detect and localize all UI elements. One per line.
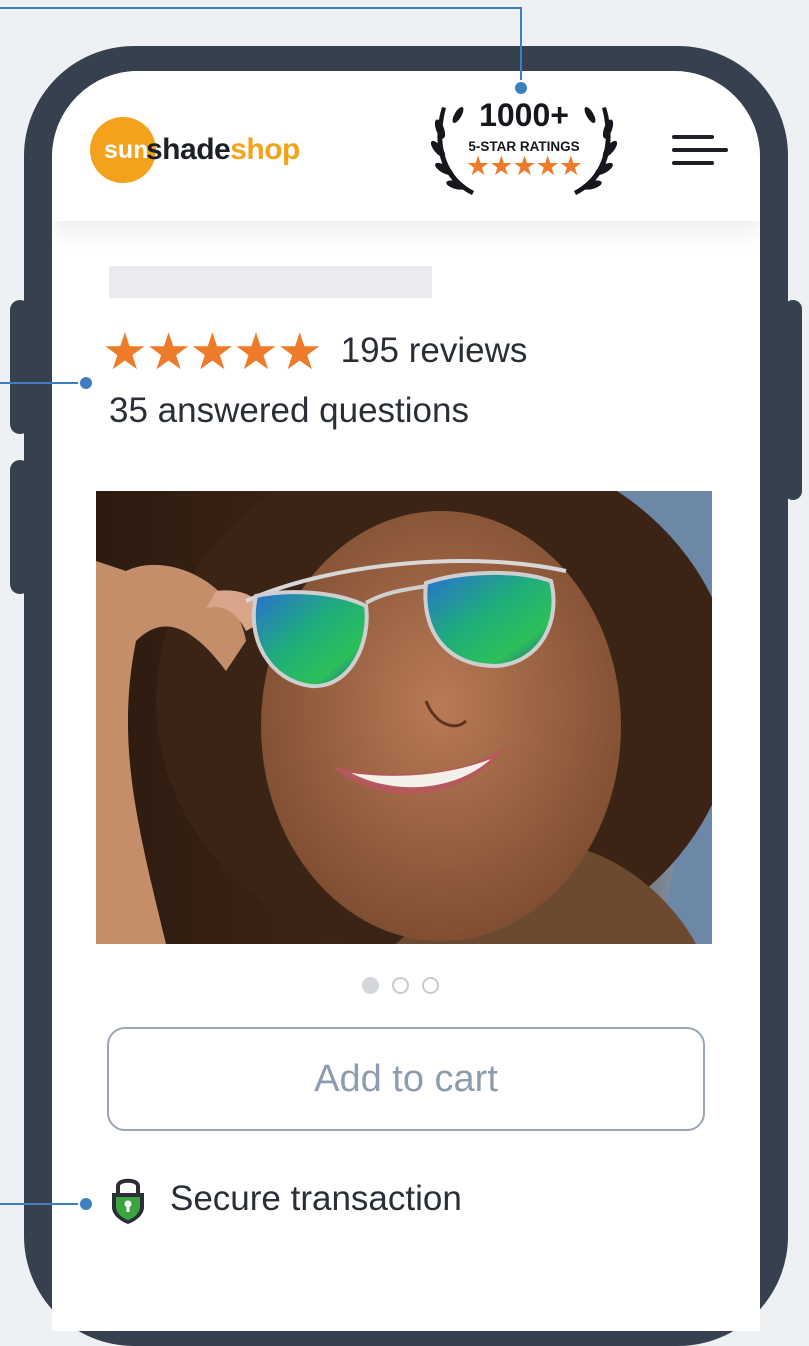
logo-wordmark: shadeshop [146,133,300,167]
carousel-dot-1[interactable] [362,977,379,994]
image-carousel-dots [362,977,439,994]
badge-count: 1000+ [479,97,569,133]
padlock-shield-icon [112,1178,144,1224]
phone-screen: sun shadeshop 1000+ 5-STAR RATINGS ★★★★★… [52,71,760,1331]
ratings-award-badge: 1000+ 5-STAR RATINGS ★★★★★ [424,95,624,205]
carousel-dot-3[interactable] [422,977,439,994]
sunglasses-model-photo [96,491,712,944]
site-header: sun shadeshop 1000+ 5-STAR RATINGS ★★★★★ [52,71,760,221]
secure-transaction: Secure transaction [108,1173,462,1225]
answered-questions-link[interactable]: 35 answered questions [109,391,469,431]
product-image[interactable] [96,491,712,944]
logo-sun-text: sun [104,135,149,164]
phone-side-button-power [784,300,802,500]
sunshadeshop-logo[interactable]: sun shadeshop [90,115,300,185]
phone-side-button-volume-down [10,460,30,594]
logo-shade-text: shade [146,133,231,166]
star-rating-icon: ★★★★★ [102,322,323,380]
logo-shop-text: shop [230,133,300,166]
product-title-placeholder [109,266,432,298]
carousel-dot-2[interactable] [392,977,409,994]
hamburger-menu-icon[interactable] [672,131,728,169]
product-rating[interactable]: ★★★★★ 195 reviews [102,319,527,383]
reviews-count-link[interactable]: 195 reviews [341,331,528,371]
phone-side-button-volume-up [10,300,30,434]
secure-transaction-label: Secure transaction [170,1179,462,1218]
add-to-cart-button[interactable]: Add to cart [107,1027,705,1131]
badge-stars: ★★★★★ [465,151,583,181]
